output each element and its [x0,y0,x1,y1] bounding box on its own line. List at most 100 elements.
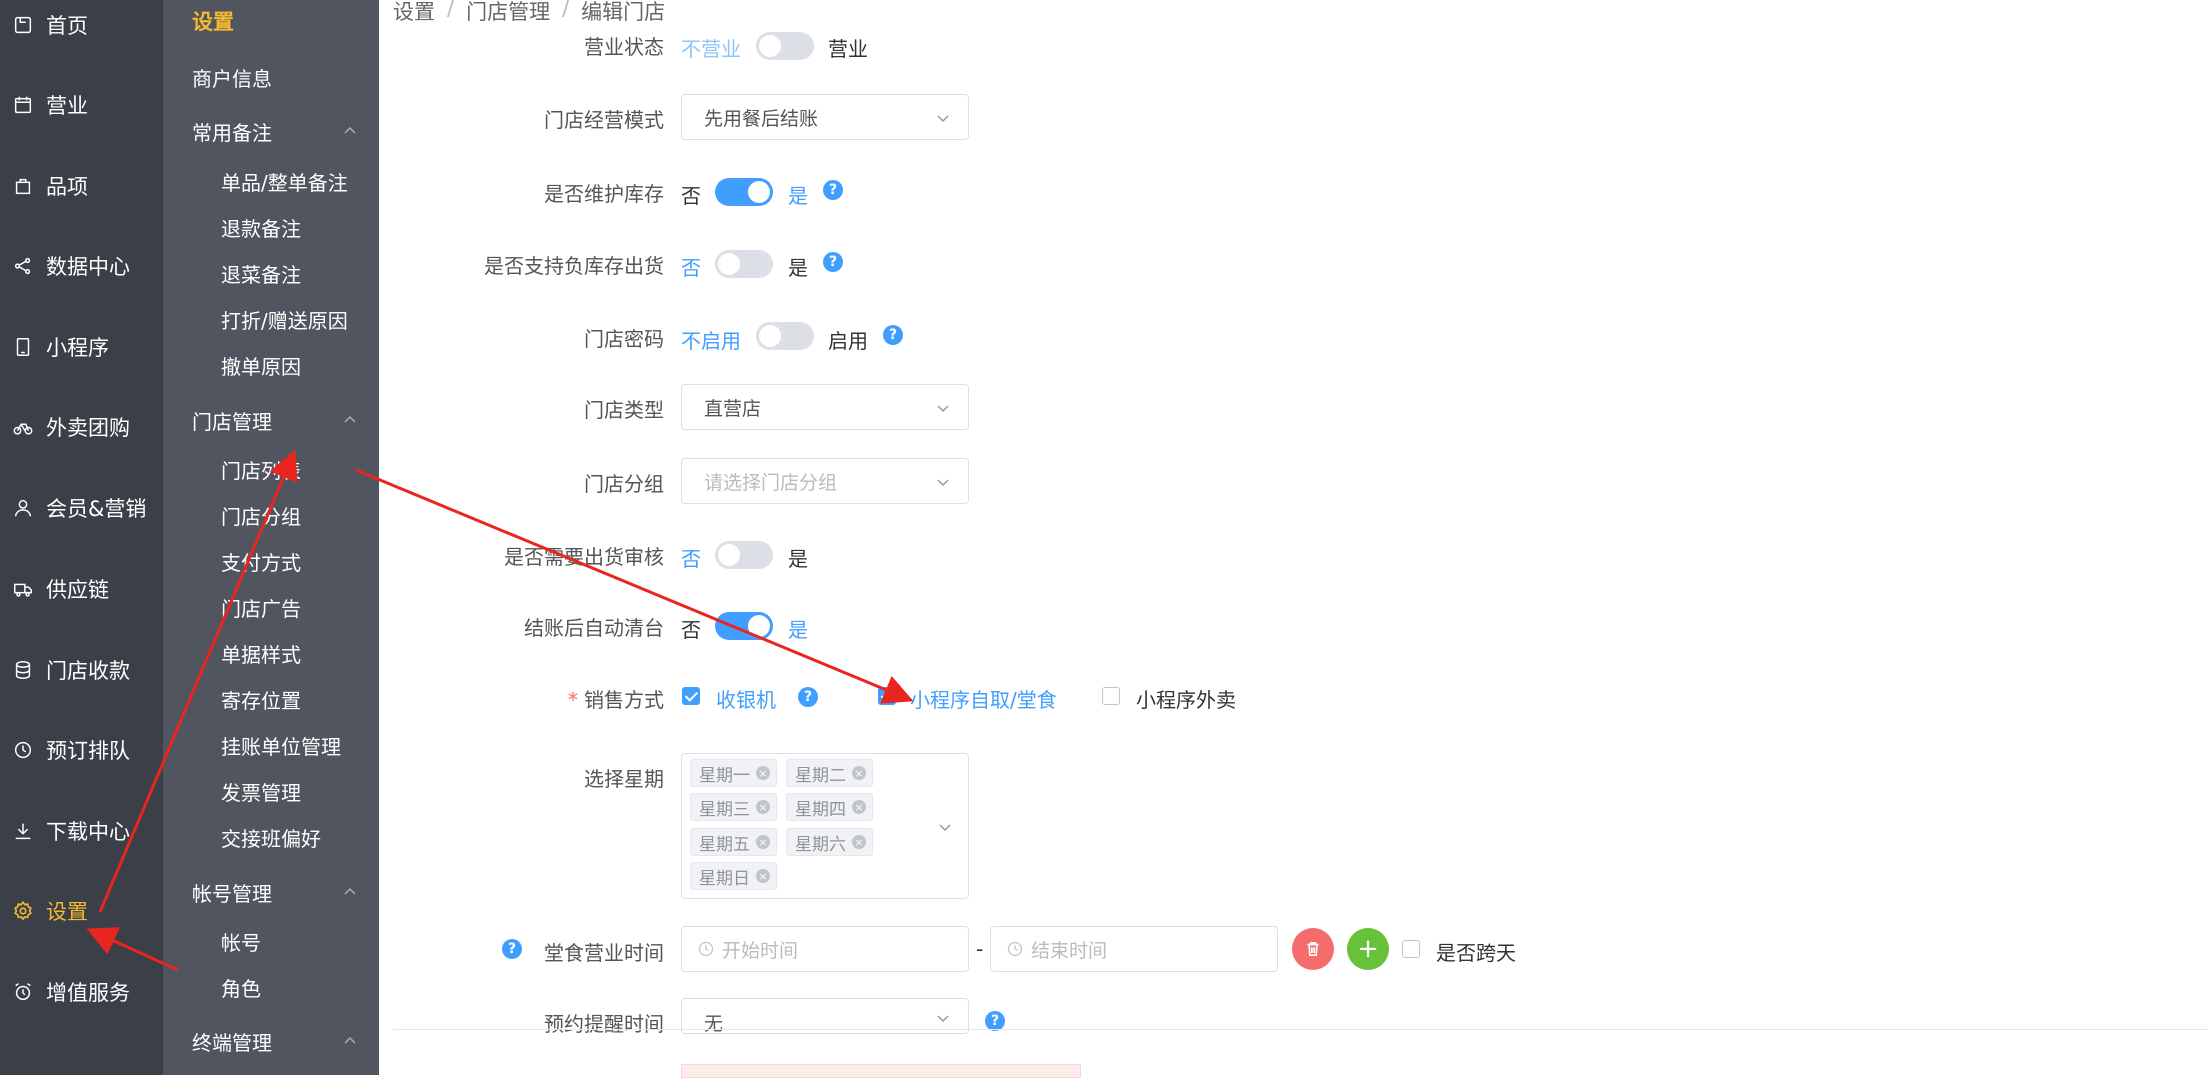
chevron-down-icon [937,405,949,413]
share-icon [12,255,34,277]
help-icon[interactable]: ? [823,252,843,272]
operation-mode-select[interactable]: 先用餐后结账 [681,94,969,140]
nav-home[interactable]: 首页 [0,0,163,55]
subnav-item[interactable]: 退款备注 [163,207,379,247]
store-type-select[interactable]: 直营店 [681,384,969,430]
nav-download[interactable]: 下载中心 [0,801,163,861]
add-time-button[interactable]: + [1347,928,1389,970]
subnav-item[interactable]: 门店分组 [163,495,379,535]
nav-supply-chain[interactable]: 供应链 [0,559,163,619]
nav-business[interactable]: 营业 [0,75,163,135]
weekday-multiselect[interactable]: 星期一 × 星期二 × 星期三 × 星期四 × 星期五 × 星期六 × 星期日 × [681,753,969,899]
subnav-item[interactable]: 单据样式 [163,633,379,673]
chevron-up-icon [344,887,356,895]
help-icon[interactable]: ? [798,687,818,707]
tag-close-icon[interactable]: × [756,800,770,814]
ship-review-off-text: 否 [681,547,701,571]
chevron-up-icon [344,415,356,423]
weekday-tag-text: 星期一 [699,765,750,786]
nav-data-center[interactable]: 数据中心 [0,236,163,296]
subnav-item[interactable]: 单品/整单备注 [163,161,379,201]
subnav-group-store[interactable]: 门店管理 [163,400,379,440]
negative-stock-switch[interactable] [715,250,773,278]
sales-delivery-label[interactable]: 小程序外卖 [1136,684,1236,713]
nav-value-added[interactable]: 增值服务 [0,962,163,1022]
ship-review-switch[interactable] [715,541,773,569]
delete-button[interactable] [1292,928,1334,970]
clock-icon [1007,941,1023,957]
subnav-group-terminal[interactable]: 终端管理 [163,1021,379,1061]
sales-pickup-label[interactable]: 小程序自取/堂食 [910,684,1057,713]
inventory-switch[interactable] [715,178,773,206]
inventory-label: 是否维护库存 [544,182,664,206]
nav-home-label: 首页 [46,14,88,38]
store-group-select[interactable]: 请选择门店分组 [681,458,969,504]
negative-stock-on-text: 是 [788,256,808,280]
store-password-switch[interactable] [756,322,814,350]
subnav-item[interactable]: 寄存位置 [163,679,379,719]
tag-close-icon[interactable]: × [756,869,770,883]
coins-icon [12,659,34,681]
subnav-item[interactable]: 门店列表 [163,449,379,489]
subnav-group-account[interactable]: 帐号管理 [163,872,379,912]
subnav-group-label: 帐号管理 [192,881,272,906]
inventory-on-text: 是 [788,184,808,208]
auto-clear-label: 结账后自动清台 [524,616,664,640]
tag-close-icon[interactable]: × [852,766,866,780]
store-type-value: 直营店 [704,397,762,420]
cross-day-label[interactable]: 是否跨天 [1436,937,1516,966]
nav-store-payment[interactable]: 门店收款 [0,640,163,700]
breadcrumb-item[interactable]: 设置 [393,0,435,26]
weekday-tag-text: 星期日 [699,868,750,889]
required-asterisk: * [568,688,578,712]
cross-day-checkbox[interactable] [1402,940,1420,958]
subnav-item[interactable]: 撤单原因 [163,345,379,385]
breadcrumb-item[interactable]: 门店管理 [466,0,550,26]
tag-close-icon[interactable]: × [852,835,866,849]
subnav-item[interactable]: 交接班偏好 [163,817,379,857]
subnav-item[interactable]: 挂账单位管理 [163,725,379,765]
nav-store-payment-label: 门店收款 [46,659,130,683]
subnav-item[interactable]: 退菜备注 [163,253,379,293]
help-icon[interactable]: ? [883,325,903,345]
help-icon[interactable]: ? [985,1011,1005,1031]
user-icon [12,497,34,519]
nav-delivery[interactable]: 外卖团购 [0,397,163,457]
subnav-item[interactable]: 打折/赠送原因 [163,299,379,339]
subnav-group-label: 常用备注 [192,120,272,145]
auto-clear-on-text: 是 [788,618,808,642]
auto-clear-switch[interactable] [715,612,773,640]
help-icon[interactable]: ? [823,180,843,200]
subnav-item[interactable]: 门店广告 [163,587,379,627]
negative-stock-label: 是否支持负库存出货 [484,254,664,278]
start-time-input[interactable]: 开始时间 [681,926,969,972]
store-group-label: 门店分组 [584,472,664,496]
sales-cashier-checkbox[interactable] [682,687,700,705]
nav-reservation[interactable]: 预订排队 [0,720,163,780]
sales-pickup-checkbox[interactable] [878,687,896,705]
calendar-icon [12,94,34,116]
sales-method-label-text: 销售方式 [584,688,664,712]
end-time-input[interactable]: 结束时间 [990,926,1278,972]
subnav-merchant-info[interactable]: 商户信息 [163,57,379,97]
tag-close-icon[interactable]: × [756,835,770,849]
tag-close-icon[interactable]: × [756,766,770,780]
nav-items[interactable]: 品项 [0,156,163,216]
subnav-item[interactable]: 帐号 [163,921,379,961]
chevron-down-icon [937,479,949,487]
help-icon[interactable]: ? [502,939,522,959]
subnav-item[interactable]: 发票管理 [163,771,379,811]
store-password-on-text: 启用 [828,329,868,353]
subnav-item[interactable]: 支付方式 [163,541,379,581]
weekday-tag-text: 星期三 [699,799,750,820]
subnav-item[interactable]: 角色 [163,967,379,1007]
sales-delivery-checkbox[interactable] [1102,687,1120,705]
nav-mini-program[interactable]: 小程序 [0,317,163,377]
subnav-group-remarks[interactable]: 常用备注 [163,111,379,151]
sales-cashier-label[interactable]: 收银机 [716,684,776,713]
business-status-switch[interactable] [756,32,814,60]
nav-settings[interactable]: 设置 [0,881,163,941]
nav-members[interactable]: 会员&营销 [0,478,163,538]
tag-close-icon[interactable]: × [852,800,866,814]
ship-review-on-text: 是 [788,547,808,571]
